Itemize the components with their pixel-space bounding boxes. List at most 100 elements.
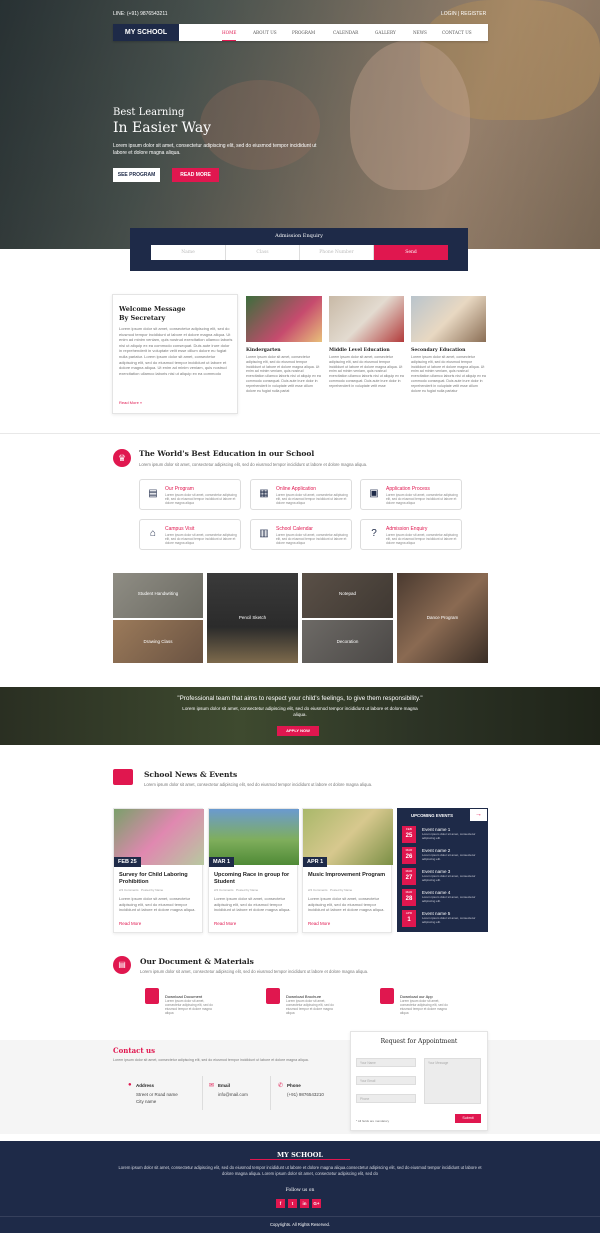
login-register-link[interactable]: LOGIN | REGISTER — [441, 11, 486, 17]
gallery-pencil-sketch[interactable]: Pencil Sketch — [207, 573, 298, 663]
gallery-drawing-class[interactable]: Drawing Class — [113, 620, 203, 663]
quote-subtext: Lorem ipsum dolor sit amet, consectetur … — [182, 706, 418, 717]
event-row[interactable]: MAR 28 Event name 4 Lorem ipsum dolor sit a… — [402, 889, 486, 908]
nav-gallery[interactable]: GALLERY — [375, 24, 396, 41]
news-date: FEB 25 — [114, 857, 141, 867]
download-tray-icon — [266, 988, 280, 1004]
news-card-2[interactable]: MAR 1 Upcoming Race in group for Student… — [208, 808, 299, 933]
hero-line1: Best Learning — [113, 107, 185, 118]
calendar-icon: ▥ — [259, 528, 269, 539]
news-read-more[interactable]: Read More — [308, 921, 330, 926]
download-app[interactable]: Download our App Lorem ipsum dolor sit am… — [368, 987, 448, 1019]
feature-title: Admission Enquiry — [386, 526, 428, 532]
event-row[interactable]: MAR 27 Event name 3 Lorem ipsum dolor sit a… — [402, 868, 486, 887]
address-line2: City name — [136, 1099, 157, 1104]
nav-contact-us[interactable]: CONTACT US — [442, 24, 472, 41]
hero-text: Lorem ipsum dolor sit amet, consectetur … — [113, 143, 317, 156]
enquiry-send-button[interactable]: Send — [374, 245, 448, 260]
news-title: Survey for Child Laboring Prohibition — [119, 872, 188, 885]
footer-text: Lorem ipsum dolor sit amet, consectetur … — [118, 1165, 482, 1176]
form-icon: ▣ — [369, 488, 379, 499]
appointment-phone-input[interactable]: Phone — [356, 1094, 416, 1103]
welcome-title-2: By Secretary — [119, 314, 166, 322]
footer-separator — [0, 1216, 600, 1217]
linkedin-icon[interactable]: in — [300, 1199, 309, 1208]
appointment-name-input[interactable]: Your Name — [356, 1058, 416, 1067]
kindergarten-title: Kindergarten — [246, 348, 281, 353]
feature-title: Application Process — [386, 486, 430, 492]
gallery-caption: Dance Program — [426, 615, 459, 620]
contact-text: Lorem ipsum dolor sit amet, consectetur … — [113, 1058, 309, 1062]
news-date: APR 1 — [303, 857, 328, 867]
feature-school-calendar[interactable]: ▥ School Calendar Lorem ipsum dolor sit am… — [250, 519, 352, 550]
see-program-button[interactable]: SEE PROGRAM — [113, 168, 160, 182]
appointment-message-input[interactable]: Your Message — [424, 1058, 481, 1104]
news-read-more[interactable]: Read More — [119, 921, 141, 926]
feature-application-process[interactable]: ▣ Application Process Lorem ipsum dolor si… — [360, 479, 462, 510]
event-row[interactable]: FEB 25 Event name 1 Lorem ipsum dolor sit a… — [402, 826, 486, 845]
hero-line2: In Easier Way — [113, 120, 212, 136]
news-read-more[interactable]: Read More — [214, 921, 236, 926]
nav-calendar[interactable]: CALENDAR — [333, 24, 358, 41]
question-person-icon: ? — [371, 528, 377, 539]
enquiry-phone-input[interactable]: Phone Number — [300, 245, 374, 260]
download-document[interactable]: Download Document Lorem ipsum dolor sit a… — [133, 987, 213, 1019]
envelope-icon: ✉ — [209, 1083, 215, 1089]
nav-about-us[interactable]: ABOUT US — [253, 24, 277, 41]
gallery-student-handwriting[interactable]: Student Handwriting — [113, 573, 203, 618]
topbar-phone: LINE: (+91) 9876543211 — [113, 11, 168, 17]
nav-program[interactable]: PROGRAM — [292, 24, 315, 41]
phone-icon: ✆ — [278, 1083, 284, 1089]
nav-news[interactable]: NEWS — [413, 24, 427, 41]
appointment-submit-button[interactable]: Submit — [455, 1114, 481, 1123]
clipboard-icon: ▤ — [148, 488, 158, 499]
mobile-download-icon — [380, 988, 394, 1004]
event-row[interactable]: MAR 26 Event name 2 Lorem ipsum dolor sit a… — [402, 847, 486, 866]
gallery-caption: Student Handwriting — [137, 591, 179, 596]
admission-enquiry-form: Admission Enquiry Name Class Phone Numbe… — [130, 228, 468, 271]
feature-our-program[interactable]: ▤ Our Program Lorem ipsum dolor sit amet, … — [139, 479, 241, 510]
footer-title: MY SCHOOL — [276, 1151, 323, 1159]
welcome-read-more-link[interactable]: Read More » — [119, 400, 142, 405]
gallery-caption: Decoration — [336, 639, 359, 644]
divider — [270, 1076, 271, 1110]
gallery-decoration[interactable]: Decoration — [302, 620, 393, 663]
enquiry-class-input[interactable]: Class — [226, 245, 300, 260]
divider — [202, 1076, 203, 1110]
enquiry-title: Admission Enquiry — [275, 233, 323, 239]
feature-admission-enquiry[interactable]: ? Admission Enquiry Lorem ipsum dolor sit … — [360, 519, 462, 550]
apply-now-button[interactable]: APPLY NOW — [277, 726, 319, 736]
documents-title: Our Document & Materials — [140, 957, 254, 966]
gallery-dance-program[interactable]: Dance Program — [397, 573, 488, 663]
news-card-3[interactable]: APR 1 Music Improvement Program 2/4 Comm… — [302, 808, 393, 933]
middle-level-image — [329, 296, 404, 342]
gallery-caption: Pencil Sketch — [238, 615, 267, 620]
news-date: MAR 1 — [209, 857, 235, 867]
news-meta: 2/4 Comments Posted by Name — [214, 888, 259, 892]
google-plus-icon[interactable]: G+ — [312, 1199, 321, 1208]
news-title: Upcoming Race in group for Student — [214, 872, 290, 885]
nav-home[interactable]: HOME — [222, 24, 237, 41]
news-text: Lorem ipsum dolor sit amet, consectetur … — [308, 896, 385, 913]
feature-online-application[interactable]: ▦ Online Application Lorem ipsum dolor sit… — [250, 479, 352, 510]
news-meta: 2/4 Comments Posted by Name — [308, 888, 353, 892]
download-brochure[interactable]: Download Brochure Lorem ipsum dolor sit a… — [254, 987, 334, 1019]
email-value[interactable]: info@mail.com — [218, 1092, 248, 1097]
download-file-icon — [145, 988, 159, 1004]
event-row[interactable]: APR 1 Event name 5 Lorem ipsum dolor sit am… — [402, 910, 486, 929]
world-best-title: The World's Best Education in our School — [139, 449, 315, 458]
twitter-icon[interactable]: t — [288, 1199, 297, 1208]
newspaper-icon — [113, 769, 133, 785]
phone-value[interactable]: (+91) 9876543210 — [287, 1092, 324, 1097]
appointment-email-input[interactable]: Your Email — [356, 1076, 416, 1085]
site-logo[interactable]: MY SCHOOL — [113, 24, 179, 41]
arrow-right-icon[interactable]: → — [470, 809, 487, 821]
gallery-notepad[interactable]: Notepad — [302, 573, 393, 618]
upcoming-events-panel: UPCOMING EVENTS → FEB 25 Event name 1 Lorem… — [397, 808, 488, 932]
feature-campus-visit[interactable]: ⌂ Campus Visit Lorem ipsum dolor sit amet,… — [139, 519, 241, 550]
news-card-1[interactable]: FEB 25 Survey for Child Laboring Prohibi… — [113, 808, 204, 933]
building-icon: ⌂ — [149, 528, 157, 539]
read-more-button[interactable]: READ MORE — [172, 168, 219, 182]
enquiry-name-input[interactable]: Name — [151, 245, 226, 260]
facebook-icon[interactable]: f — [276, 1199, 285, 1208]
